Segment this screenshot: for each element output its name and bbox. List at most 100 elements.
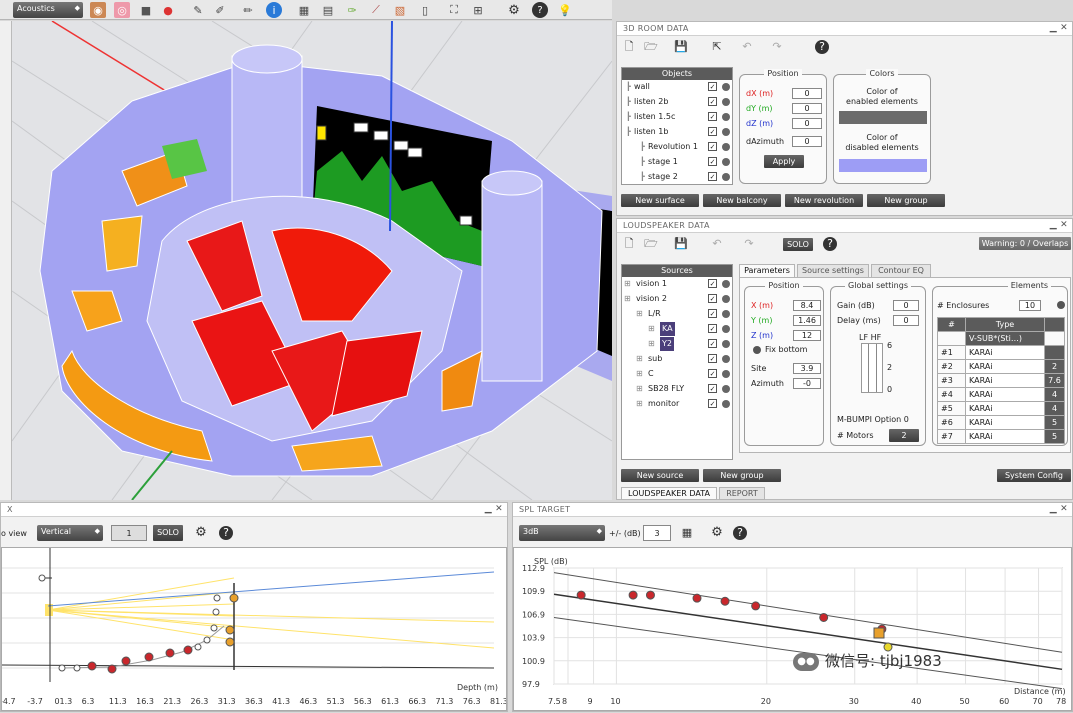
source-visibility-icon[interactable] — [722, 280, 730, 288]
source-visibility-icon[interactable] — [722, 355, 730, 363]
new-source-button[interactable]: New source — [621, 469, 699, 482]
element-type[interactable]: KARAi — [965, 345, 1045, 360]
spl-data-point[interactable] — [576, 590, 586, 600]
plus-minus-input[interactable]: 3 — [643, 525, 671, 541]
view-select[interactable]: Vertical — [37, 525, 103, 541]
tab-parameters[interactable]: Parameters — [739, 264, 795, 277]
source-enable-checkbox[interactable]: ✓ — [708, 384, 717, 393]
source-enable-checkbox[interactable]: ✓ — [708, 279, 717, 288]
element-type[interactable]: KARAi — [965, 359, 1045, 374]
object-enable-checkbox[interactable]: ✓ — [708, 97, 717, 106]
source-icon[interactable]: ● — [160, 2, 176, 18]
ls-new-file-icon[interactable]: 🗋 — [621, 237, 637, 251]
object-row[interactable]: ┣ listen 1b ✓ — [622, 125, 732, 139]
delay-input[interactable]: 0 — [893, 315, 919, 326]
new-revolution-button[interactable]: New revolution — [785, 194, 863, 207]
document-icon[interactable]: ▯ — [417, 2, 433, 18]
site-input[interactable]: 3.9 — [793, 363, 821, 374]
undo-icon[interactable]: ↶ — [739, 40, 755, 54]
source-enable-checkbox[interactable]: ✓ — [708, 339, 717, 348]
object-row[interactable]: ┣ listen 1.5c ✓ — [622, 110, 732, 124]
source-row[interactable]: ⊞ monitor ✓ — [622, 397, 732, 411]
ls-open-folder-icon[interactable]: 🗁 — [643, 237, 659, 251]
gain-input[interactable]: 0 — [893, 300, 919, 311]
ls-undo-icon[interactable]: ↶ — [709, 237, 725, 251]
source-visibility-icon[interactable] — [722, 295, 730, 303]
x-input[interactable]: 8.4 — [793, 300, 821, 311]
spl-data-point[interactable] — [628, 590, 638, 600]
spl-data-point[interactable] — [751, 601, 761, 611]
dazimuth-input[interactable]: 0 — [792, 136, 822, 147]
element-type[interactable]: KARAi — [965, 429, 1045, 444]
object-enable-checkbox[interactable]: ✓ — [708, 112, 717, 121]
ls-help-icon[interactable]: ? — [823, 237, 837, 251]
dz-input[interactable]: 0 — [792, 118, 822, 129]
spl-target-select[interactable]: 3dB — [519, 525, 605, 541]
object-enable-checkbox[interactable]: ✓ — [708, 157, 717, 166]
spl-data-point[interactable] — [819, 612, 829, 622]
source-enable-checkbox[interactable]: ✓ — [708, 354, 717, 363]
ls-window-controls[interactable]: ▁ ✕ — [1050, 220, 1068, 230]
edit-icon[interactable]: ✎ — [190, 2, 206, 18]
spl-chart-area[interactable]: SPL (dB) Distance (m) 112.9 109.9 106.9 103… — [513, 547, 1072, 711]
source-row[interactable]: ⊞ KA ✓ — [622, 322, 732, 336]
source-enable-checkbox[interactable]: ✓ — [708, 309, 717, 318]
object-visibility-icon[interactable] — [722, 158, 730, 166]
object-enable-checkbox[interactable]: ✓ — [708, 172, 717, 181]
element-row[interactable]: #6 KARAi 5 — [937, 415, 1065, 430]
motors-select[interactable]: 2 — [889, 429, 919, 442]
object-visibility-icon[interactable] — [722, 113, 730, 121]
element-row[interactable]: #5 KARAi 4 — [937, 401, 1065, 416]
spl-settings-icon[interactable]: ⚙ — [709, 526, 725, 540]
spl-data-point[interactable] — [692, 593, 702, 603]
tab-report[interactable]: REPORT — [719, 487, 765, 500]
spl-export-icon[interactable]: ▦ — [679, 526, 695, 540]
source-row[interactable]: ⊞ L/R ✓ — [622, 307, 732, 321]
element-type[interactable]: KARAi — [965, 415, 1045, 430]
3d-viewport[interactable] — [12, 21, 612, 500]
object-enable-checkbox[interactable]: ✓ — [708, 127, 717, 136]
source-row[interactable]: ⊞ Y2 ✓ — [622, 337, 732, 351]
enabled-color-swatch[interactable] — [839, 111, 927, 124]
redo-icon[interactable]: ↷ — [769, 40, 785, 54]
y-input[interactable]: 1.46 — [793, 315, 821, 326]
object-row[interactable]: ┣ stage 2 ✓ — [622, 170, 732, 184]
source-row[interactable]: ⊞ SB28 FLY ✓ — [622, 382, 732, 396]
spl-data-point[interactable] — [645, 590, 655, 600]
new-ls-group-button[interactable]: New group — [703, 469, 781, 482]
view-value-input[interactable]: 1 — [111, 525, 147, 541]
grid-view-icon[interactable]: ▦ — [296, 2, 312, 18]
element-angle[interactable]: 2 — [1044, 359, 1065, 374]
settings-gear-icon[interactable]: ⚙ — [506, 2, 522, 18]
apply-button[interactable]: Apply — [764, 155, 804, 168]
azimuth-input[interactable]: -0 — [793, 378, 821, 389]
element-row[interactable]: #2 KARAi 2 — [937, 359, 1065, 374]
system-config-button[interactable]: System Config — [997, 469, 1071, 482]
enclosures-input[interactable]: 10 — [1019, 300, 1041, 311]
new-balcony-button[interactable]: New balcony — [703, 194, 781, 207]
source-visibility-icon[interactable] — [722, 370, 730, 378]
source-visibility-icon[interactable] — [722, 385, 730, 393]
object-visibility-icon[interactable] — [722, 143, 730, 151]
element-angle[interactable]: 4 — [1044, 387, 1065, 402]
object-visibility-icon[interactable] — [722, 98, 730, 106]
element-row[interactable]: #7 KARAi 5 — [937, 429, 1065, 444]
object-row[interactable]: ┣ Revolution 1 ✓ — [622, 140, 732, 154]
ls-redo-icon[interactable]: ↷ — [741, 237, 757, 251]
element-type[interactable]: KARAi — [965, 373, 1045, 388]
import-icon[interactable]: ⇱ — [709, 40, 725, 54]
tab-contour-eq[interactable]: Contour EQ — [871, 264, 931, 277]
object-visibility-icon[interactable] — [722, 173, 730, 181]
map-icon[interactable]: ▧ — [392, 2, 408, 18]
spl-help-icon[interactable]: ? — [733, 526, 747, 540]
room-help-icon[interactable]: ? — [815, 40, 829, 54]
fit-view-icon[interactable]: ⛶ — [446, 2, 462, 18]
source-enable-checkbox[interactable]: ✓ — [708, 324, 717, 333]
source-enable-checkbox[interactable]: ✓ — [708, 294, 717, 303]
object-visibility-icon[interactable] — [722, 83, 730, 91]
grid-menu-icon[interactable]: ⊞ — [470, 2, 486, 18]
warning-button[interactable]: Warning: 0 / Overlaps — [979, 237, 1071, 250]
element-row[interactable]: #3 KARAi 7.6 — [937, 373, 1065, 388]
object-row[interactable]: ┣ stage 1 ✓ — [622, 155, 732, 169]
spl-window-controls[interactable]: ▁ ✕ — [1050, 504, 1068, 514]
